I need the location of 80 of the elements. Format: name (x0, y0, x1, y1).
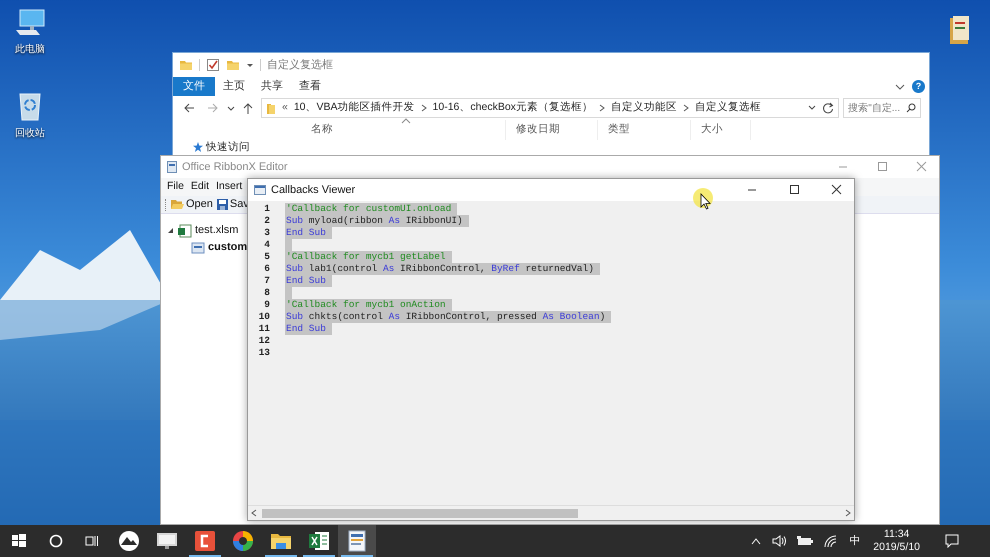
search-field[interactable]: 搜索"自定... (843, 98, 921, 118)
line-number: 13 (258, 347, 270, 359)
breadcrumb-item[interactable]: 自定义功能区 (610, 100, 677, 116)
horizontal-scrollbar[interactable] (248, 505, 854, 520)
window-title: Office RibbonX Editor (182, 160, 288, 175)
search-icon[interactable] (906, 103, 916, 113)
tree-item[interactable]: test.xlsm (195, 222, 238, 239)
line-number: 2 (263, 215, 270, 227)
windows-logo-icon (12, 534, 26, 548)
bracket-logo-icon (193, 529, 217, 553)
breadcrumb-overflow[interactable]: « (282, 100, 288, 116)
ribbon-tab[interactable]: 查看 (291, 77, 329, 96)
chevron-up-icon[interactable] (751, 537, 762, 545)
battery-icon[interactable] (797, 536, 814, 546)
menu-item[interactable]: Insert (216, 179, 242, 195)
line-number: 8 (263, 287, 270, 299)
column-header[interactable]: 修改日期 (506, 120, 598, 140)
breadcrumb-item[interactable]: 10-16、checkBox元素（复选框） (432, 100, 593, 116)
ribbon-tab[interactable]: 主页 (215, 77, 253, 96)
nav-item[interactable]: 快速访问 (206, 140, 250, 154)
open-button[interactable]: Open (171, 196, 213, 213)
expander-icon[interactable] (167, 226, 175, 234)
line-number: 7 (263, 275, 270, 287)
maximize-icon[interactable] (788, 184, 800, 196)
clock[interactable]: 11:34 2019/5/10 (873, 528, 920, 554)
notification-icon[interactable] (945, 534, 959, 548)
taskbar-app[interactable] (338, 525, 376, 557)
line-number: 11 (258, 323, 270, 335)
line-number: 10 (258, 311, 270, 323)
mountain-logo-icon (117, 529, 141, 553)
sort-caret-icon (401, 118, 411, 124)
ribbon-tab[interactable]: 文件 (173, 77, 215, 96)
line-number: 12 (258, 335, 270, 347)
wifi-icon[interactable] (824, 535, 838, 547)
star-icon[interactable] (193, 142, 203, 152)
breadcrumb-item[interactable]: 自定义复选框 (694, 100, 761, 116)
search-icon (49, 534, 63, 548)
chevron-right-icon (420, 103, 427, 113)
chevron-right-icon (682, 103, 689, 113)
menu-item[interactable]: Edit (190, 179, 210, 195)
close-icon[interactable] (830, 184, 842, 196)
task-view-icon (85, 535, 99, 547)
column-header[interactable]: 名称 (301, 120, 506, 140)
tree-item[interactable]: custom (208, 239, 248, 256)
ribbon-tab[interactable]: 共享 (253, 77, 291, 96)
chevron-right-icon (598, 103, 605, 113)
computer-icon[interactable] (14, 8, 46, 38)
scrollbar-thumb[interactable] (262, 508, 578, 518)
window-icon (254, 185, 266, 195)
workbook-icon (178, 224, 192, 238)
column-header[interactable]: 类型 (598, 120, 691, 140)
line-number: 6 (263, 263, 270, 275)
color-wheel-icon (231, 529, 255, 553)
line-number: 1 (263, 203, 270, 215)
help-button[interactable]: ? (912, 80, 925, 93)
xml-file-icon (191, 240, 205, 254)
folder-icon (266, 101, 276, 115)
speaker-icon[interactable] (772, 535, 786, 547)
column-header[interactable]: 大小 (691, 120, 751, 140)
checkmark-icon[interactable] (206, 58, 220, 72)
scroll-right-icon[interactable] (844, 509, 852, 517)
input-method-indicator[interactable]: 中 (849, 532, 860, 550)
scroll-left-icon[interactable] (250, 509, 258, 517)
breadcrumb-item[interactable]: 10、VBA功能区插件开发 (294, 100, 415, 116)
desktop-icon-label[interactable]: 此电脑 (15, 42, 45, 57)
back-arrow-icon[interactable] (183, 102, 195, 114)
window-title: Callbacks Viewer (271, 182, 356, 198)
address-bar[interactable]: « 10、VBA功能区插件开发 10-16、checkBox元素（复选框） 自定义功能区 自定义复选框 (261, 98, 840, 118)
line-number: 5 (263, 251, 270, 263)
line-number: 9 (263, 299, 270, 311)
refresh-icon[interactable] (822, 102, 834, 114)
open-folder-icon (171, 199, 184, 210)
window-title: 自定义复选框 (267, 58, 333, 73)
desktop-icon-label[interactable]: 回收站 (15, 126, 45, 141)
menu-item[interactable]: File (167, 179, 184, 195)
app-icon (167, 161, 177, 173)
line-number: 3 (263, 227, 270, 239)
up-arrow-icon[interactable] (243, 102, 253, 114)
spreadsheet-icon (307, 529, 331, 553)
line-number: 4 (263, 239, 270, 251)
